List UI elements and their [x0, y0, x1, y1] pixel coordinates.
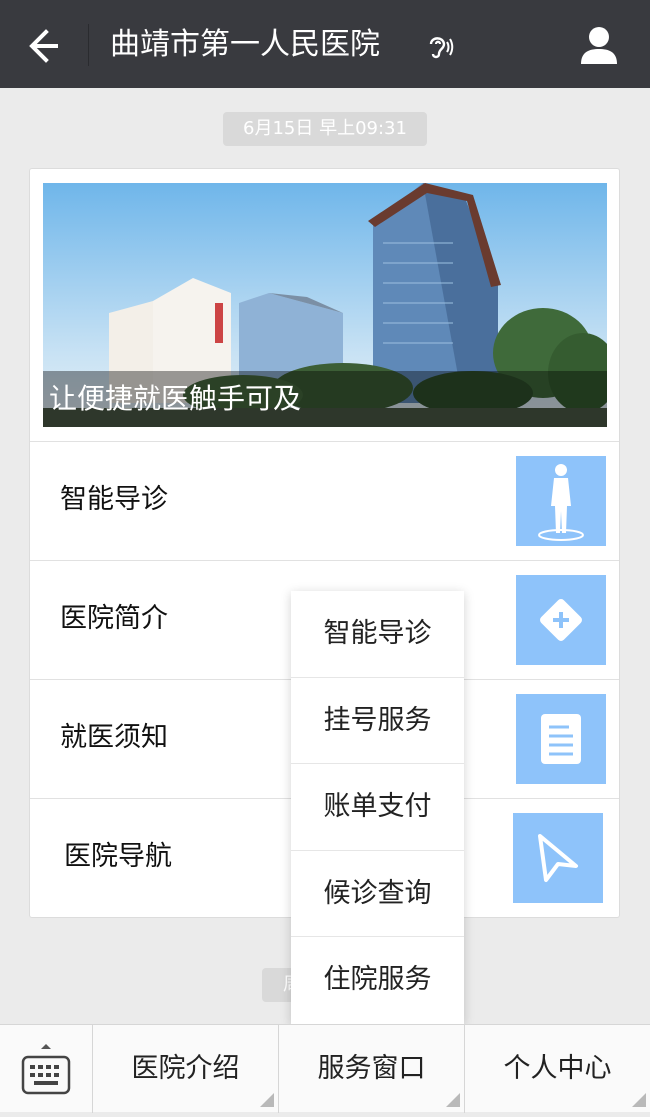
header-divider	[88, 24, 89, 66]
banner-caption: 让便捷就医触手可及	[43, 371, 607, 427]
document-icon	[516, 694, 606, 784]
plus-diamond-icon	[516, 575, 606, 665]
bottom-menu-bar: 医院介绍 服务窗口 个人中心	[0, 1024, 650, 1113]
list-item-label: 就医须知	[60, 722, 168, 753]
menu-service-window[interactable]: 服务窗口	[279, 1025, 465, 1113]
message-timestamp: 6月15日 早上09:31	[223, 112, 427, 146]
hospital-banner-image[interactable]: 让便捷就医触手可及	[43, 183, 607, 427]
menu-label: 服务窗口	[317, 1053, 426, 1084]
list-item-label: 医院简介	[60, 603, 168, 634]
top-navigation-bar: 曲靖市第一人民医院	[0, 0, 650, 88]
submenu-indicator-icon	[260, 1093, 274, 1107]
popup-item-smart-triage[interactable]: 智能导诊	[291, 591, 464, 678]
ear-icon[interactable]	[422, 30, 454, 62]
page-title: 曲靖市第一人民医院	[110, 27, 380, 62]
menu-label: 医院介绍	[131, 1053, 240, 1084]
popup-item-inpatient[interactable]: 住院服务	[291, 937, 464, 1024]
service-window-popup-menu: 智能导诊 挂号服务 账单支付 候诊查询 住院服务	[291, 591, 464, 1024]
submenu-indicator-icon	[446, 1093, 460, 1107]
menu-hospital-intro[interactable]: 医院介绍	[93, 1025, 279, 1113]
popup-item-bill-payment[interactable]: 账单支付	[291, 764, 464, 851]
popup-item-queue-query[interactable]: 候诊查询	[291, 851, 464, 938]
popup-item-registration[interactable]: 挂号服务	[291, 678, 464, 765]
list-item-smart-triage[interactable]: 智能导诊	[30, 441, 619, 560]
list-item-label: 医院导航	[64, 841, 172, 872]
submenu-indicator-icon	[632, 1093, 646, 1107]
user-icon[interactable]	[576, 22, 622, 68]
list-item-label: 智能导诊	[60, 484, 168, 515]
body-scan-icon	[516, 456, 606, 546]
navigation-arrow-icon	[513, 813, 603, 903]
menu-personal-center[interactable]: 个人中心	[465, 1025, 650, 1113]
menu-label: 个人中心	[503, 1053, 612, 1084]
back-arrow-icon[interactable]	[22, 24, 66, 68]
keyboard-icon[interactable]	[0, 1025, 93, 1113]
